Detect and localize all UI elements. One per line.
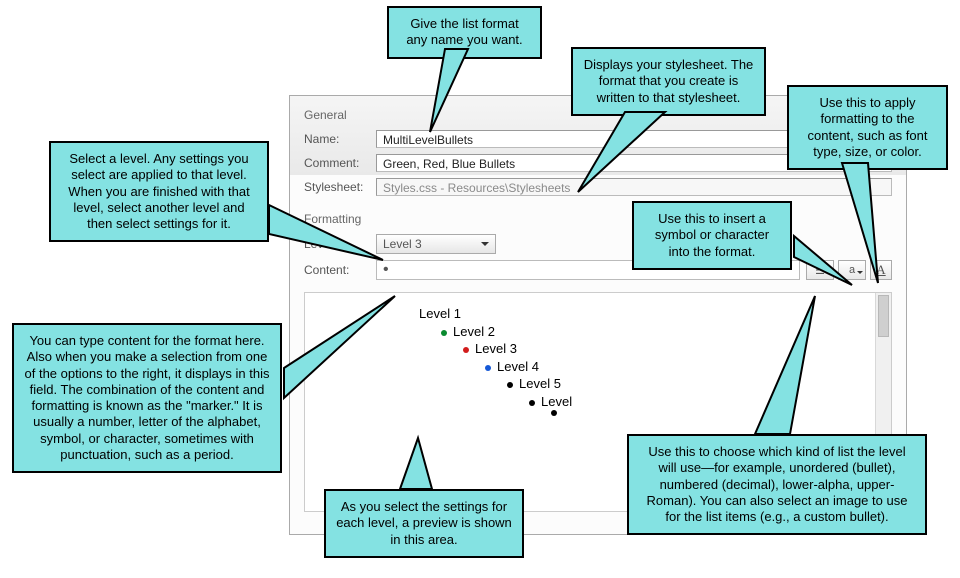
bullet-icon	[507, 382, 513, 388]
list-type-button[interactable]: ☰	[806, 260, 834, 280]
content-label: Content:	[304, 263, 376, 277]
content-row: Content: • ☰ a A	[304, 260, 892, 280]
symbol-a-icon: a	[849, 264, 855, 276]
scrollbar-thumb[interactable]	[878, 295, 889, 337]
callout-content: You can type content for the format here…	[12, 323, 282, 473]
callout-list-type: Use this to choose which kind of list th…	[627, 434, 927, 535]
name-label: Name:	[304, 132, 376, 146]
stylesheet-label: Stylesheet:	[304, 180, 376, 194]
stylesheet-row: Stylesheet: Styles.css - Resources\Style…	[304, 178, 892, 196]
level-row: Level: Level 3	[304, 234, 892, 254]
bullet-icon	[463, 347, 469, 353]
list-type-icon: ☰	[815, 264, 825, 277]
bullet-icon	[529, 400, 535, 406]
bullet-icon	[441, 330, 447, 336]
callout-font-format: Use this to apply formatting to the cont…	[787, 85, 948, 170]
stylesheet-input: Styles.css - Resources\Stylesheets	[376, 178, 892, 196]
font-format-button[interactable]: A	[870, 260, 892, 280]
callout-preview: As you select the settings for each leve…	[324, 489, 524, 558]
level-label: Level:	[304, 237, 376, 251]
font-a-icon: A	[876, 262, 885, 278]
bullet-icon	[485, 365, 491, 371]
section-formatting-title: Formatting	[304, 212, 892, 226]
callout-name: Give the list format any name you want.	[387, 6, 542, 59]
level-value: Level 3	[383, 237, 422, 251]
content-toolbar: ☰ a A	[806, 260, 892, 280]
callout-insert-symbol: Use this to insert a symbol or character…	[632, 201, 792, 270]
level-select[interactable]: Level 3	[376, 234, 496, 254]
insert-symbol-button[interactable]: a	[838, 260, 866, 280]
callout-stylesheet: Displays your stylesheet. The format tha…	[571, 47, 766, 116]
comment-label: Comment:	[304, 156, 376, 170]
list-item: Level 1	[419, 305, 877, 323]
bullet-icon	[551, 410, 557, 416]
callout-select-level: Select a level. Any settings you select …	[49, 141, 269, 242]
